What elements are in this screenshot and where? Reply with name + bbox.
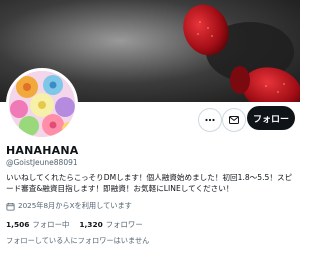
followers-link[interactable]: 1,320 フォロワー [79, 219, 142, 230]
avatar-flower-image [9, 71, 75, 137]
user-handle: @GoistJeune88091 [6, 158, 78, 167]
calendar-icon [6, 202, 15, 211]
joined-text: 2025年8月からXを利用しています [18, 201, 132, 210]
followers-count: 1,320 [79, 220, 103, 229]
more-button[interactable] [198, 108, 222, 132]
following-label: フォロー中 [32, 220, 70, 229]
profile-avatar[interactable] [6, 68, 78, 140]
message-button[interactable] [222, 108, 246, 132]
mail-icon [229, 116, 239, 124]
follow-button[interactable]: フォロー [247, 106, 295, 130]
profile-page: フォロー HANAHANA @GoistJeune88091 いいねしてくれたら… [0, 0, 300, 257]
display-name: HANAHANA [6, 144, 79, 157]
profile-bio: いいねしてくれたらこっそりDMします！個人融資始めました！初回1.8〜5.5！ス… [6, 173, 293, 193]
joined-date: 2025年8月からXを利用しています [6, 200, 132, 212]
followed-by-text: フォローしている人にフォロワーはいません [6, 236, 150, 245]
followers-label: フォロワー [105, 220, 143, 229]
more-icon [205, 118, 215, 122]
following-link[interactable]: 1,506 フォロー中 [6, 219, 69, 230]
following-count: 1,506 [6, 220, 30, 229]
follow-stats: 1,506 フォロー中 1,320 フォロワー [6, 219, 143, 230]
